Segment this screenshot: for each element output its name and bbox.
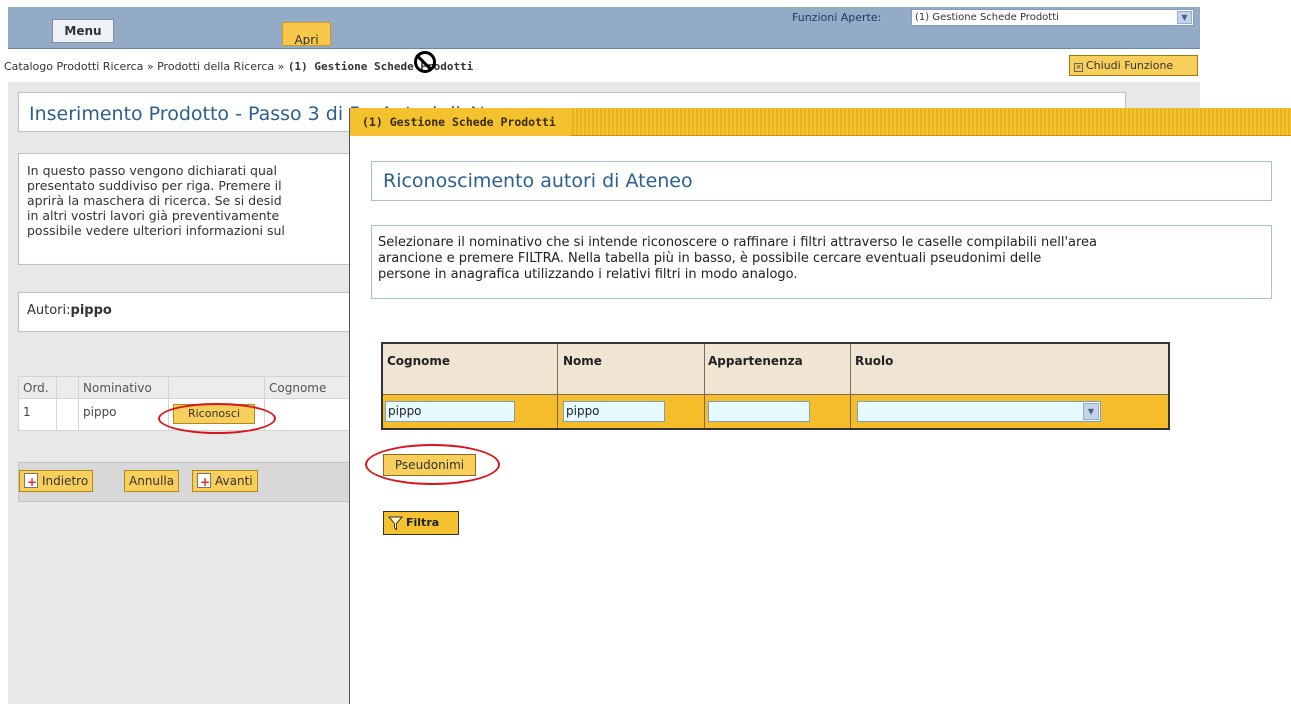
intro-text-box: In questo passo vengono dichiarati qual …: [18, 153, 358, 265]
row-divider: [383, 394, 1168, 395]
funzioni-aperte-value: (1) Gestione Schede Prodotti: [915, 12, 1059, 23]
annotation-ellipse-pseudonimi: [365, 444, 500, 485]
column-divider: [850, 344, 851, 428]
description-line: arancione e premere FILTRA. Nella tabell…: [378, 251, 1042, 266]
filter-header-row: [383, 344, 1168, 394]
chiudi-funzione-button[interactable]: × Chiudi Funzione: [1069, 55, 1198, 76]
dialog-title-bar[interactable]: (1) Gestione Schede Prodotti: [350, 108, 1291, 136]
breadcrumb-path[interactable]: Catalogo Prodotti Ricerca » Prodotti del…: [4, 60, 288, 73]
close-icon: ×: [1074, 63, 1083, 72]
filter-header-ruolo: Ruolo: [855, 354, 894, 368]
document-forward-icon: [197, 472, 211, 492]
menu-button[interactable]: Menu: [52, 19, 114, 43]
breadcrumb: Catalogo Prodotti Ricerca » Prodotti del…: [4, 60, 473, 73]
filter-funnel-icon: [388, 516, 403, 531]
filter-header-cognome: Cognome: [387, 354, 451, 368]
nome-input[interactable]: pippo: [563, 401, 665, 422]
indietro-label: Indietro: [42, 474, 89, 488]
indietro-button[interactable]: Indietro: [19, 470, 94, 492]
filtra-label: Filtra: [406, 516, 440, 529]
column-divider: [557, 344, 558, 428]
filter-header-appartenenza: Appartenenza: [708, 354, 803, 368]
description-line: persone in anagrafica utilizzando i rela…: [378, 267, 798, 282]
row-ord: 1: [18, 398, 57, 431]
avanti-label: Avanti: [215, 474, 253, 488]
funzioni-aperte-label: Funzioni Aperte:: [792, 11, 882, 24]
table-header-blank: [56, 376, 79, 399]
avanti-button[interactable]: Avanti: [192, 470, 258, 492]
intro-line: aprirà la maschera di ricerca. Se si des…: [27, 193, 282, 208]
breadcrumb-current: (1) Gestione Schede Prodotti: [287, 60, 474, 73]
row-blank: [56, 398, 79, 431]
autori-label: Autori:: [27, 303, 71, 318]
cognome-input[interactable]: pippo: [385, 401, 515, 422]
screen: Menu Apri Funzioni Aperte: (1) Gestione …: [0, 0, 1291, 704]
appartenenza-input[interactable]: [708, 401, 810, 422]
dialog-heading-box: Riconoscimento autori di Ateneo: [371, 161, 1272, 201]
filtra-button[interactable]: Filtra: [383, 511, 459, 535]
column-divider: [704, 344, 705, 428]
top-bar: Menu Apri Funzioni Aperte: (1) Gestione …: [8, 7, 1200, 49]
chiudi-funzione-label: Chiudi Funzione: [1086, 59, 1174, 72]
wizard-nav-bar: Indietro Annulla Avanti: [18, 462, 358, 502]
table-header-nominativo: Nominativo: [78, 376, 169, 399]
intro-line: In questo passo vengono dichiarati qual: [27, 163, 278, 178]
apri-button[interactable]: Apri: [282, 22, 331, 46]
description-line: Selezionare il nominativo che si intende…: [378, 235, 1098, 250]
intro-line: in altri vostri lavori già preventivamen…: [27, 208, 280, 223]
dialog-heading: Riconoscimento autori di Ateneo: [383, 170, 693, 192]
document-back-icon: [24, 472, 38, 492]
row-cognome: [264, 398, 358, 431]
chevron-down-icon[interactable]: ▼: [1083, 403, 1099, 420]
autori-box: Autori:pippo: [18, 292, 358, 332]
dialog-description: Selezionare il nominativo che si intende…: [371, 225, 1272, 299]
intro-line: presentato suddiviso per riga. Premere i…: [27, 178, 282, 193]
row-nominativo: pippo: [78, 398, 169, 431]
table-header-cognome: Cognome: [264, 376, 358, 399]
not-allowed-cursor-icon: [414, 51, 436, 73]
intro-line: possibile vedere ulteriori informazioni …: [27, 223, 285, 238]
annulla-button[interactable]: Annulla: [124, 470, 180, 492]
funzioni-aperte-select[interactable]: (1) Gestione Schede Prodotti ▼: [911, 9, 1194, 26]
table-header-ord: Ord.: [18, 376, 57, 399]
table-header-action: [168, 376, 265, 399]
filter-header-nome: Nome: [563, 354, 602, 368]
table-header-row: Ord. Nominativo Cognome: [18, 376, 358, 399]
filter-table: Cognome Nome Appartenenza Ruolo pippo pi…: [381, 342, 1170, 430]
annotation-ellipse-riconosci: [158, 403, 276, 434]
riconoscimento-dialog: (1) Gestione Schede Prodotti Riconoscime…: [349, 108, 1291, 704]
ruolo-select[interactable]: ▼: [857, 401, 1101, 422]
autori-value: pippo: [70, 303, 112, 318]
chevron-down-icon[interactable]: ▼: [1177, 11, 1192, 24]
dialog-title: (1) Gestione Schede Prodotti: [350, 108, 570, 136]
